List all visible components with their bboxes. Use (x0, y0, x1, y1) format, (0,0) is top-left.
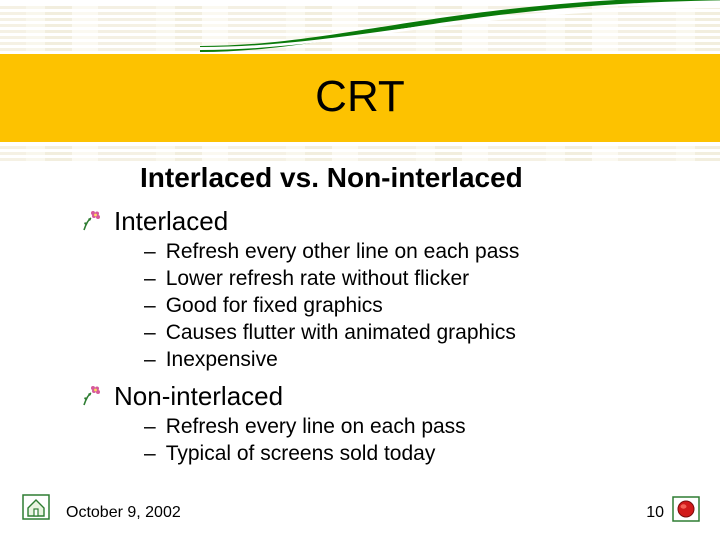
flower-bullet-icon (80, 210, 104, 234)
topic-label: Non-interlaced (114, 381, 283, 412)
list-item: –Refresh every other line on each pass (144, 239, 680, 266)
topic-label: Interlaced (114, 206, 228, 237)
list-item: –Inexpensive (144, 347, 680, 374)
flower-bullet-icon (80, 385, 104, 409)
topic-heading: Non-interlaced (80, 381, 680, 412)
home-icon[interactable] (22, 494, 50, 520)
nav-next-icon[interactable] (672, 496, 700, 522)
list-item: –Lower refresh rate without flicker (144, 266, 680, 293)
decorative-texture (0, 2, 720, 52)
topic-heading: Interlaced (80, 206, 680, 237)
sub-list: –Refresh every line on each pass –Typica… (144, 414, 680, 468)
list-item: –Causes flutter with animated graphics (144, 320, 680, 347)
decorative-texture (0, 144, 720, 162)
list-item: –Typical of screens sold today (144, 441, 680, 468)
page-number: 10 (646, 504, 664, 522)
footer-date: October 9, 2002 (66, 504, 181, 522)
slide-footer: October 9, 2002 10 (0, 494, 720, 524)
slide-body: Interlaced –Refresh every other line on … (80, 202, 680, 476)
slide-subtitle: Interlaced vs. Non-interlaced (140, 162, 523, 194)
sub-list: –Refresh every other line on each pass –… (144, 239, 680, 373)
list-item: –Refresh every line on each pass (144, 414, 680, 441)
slide-title: CRT (0, 72, 720, 122)
list-item: –Good for fixed graphics (144, 293, 680, 320)
